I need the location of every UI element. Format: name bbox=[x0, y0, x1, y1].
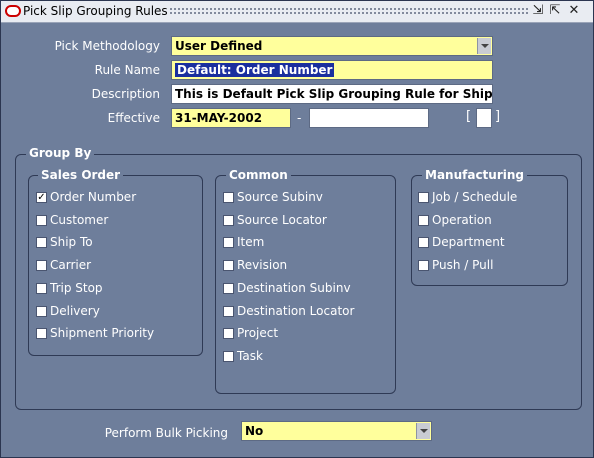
checkbox-box[interactable] bbox=[223, 237, 234, 249]
checkbox-label: Customer bbox=[50, 212, 109, 227]
checkbox-box[interactable] bbox=[223, 192, 234, 203]
title-bar[interactable]: Pick Slip Grouping Rules ⇲ ⇱ ✕ bbox=[1, 1, 593, 23]
checkbox-box[interactable] bbox=[36, 328, 47, 340]
rule-name-input[interactable]: Default: Order Number bbox=[171, 60, 493, 80]
window-title: Pick Slip Grouping Rules bbox=[23, 4, 168, 18]
perform-bulk-picking-label: Perform Bulk Picking bbox=[104, 426, 228, 440]
pick-methodology-value: User Defined bbox=[175, 39, 263, 53]
maximize-icon[interactable]: ⇱ bbox=[548, 4, 562, 18]
checkbox-box[interactable] bbox=[36, 237, 47, 249]
dff-input[interactable] bbox=[476, 108, 492, 128]
checkbox-label: Revision bbox=[237, 258, 288, 273]
group-by-title: Group By bbox=[26, 146, 95, 160]
checkbox-box[interactable] bbox=[223, 328, 234, 340]
rule-name-label: Rule Name bbox=[94, 63, 160, 77]
checkbox-label: Operation bbox=[432, 212, 492, 227]
checkbox-label: Department bbox=[432, 235, 505, 250]
checkbox-box[interactable] bbox=[418, 237, 429, 249]
pick-methodology-select[interactable]: User Defined bbox=[171, 36, 493, 56]
checkbox-box[interactable] bbox=[36, 260, 47, 272]
close-icon[interactable]: ✕ bbox=[567, 4, 581, 18]
description-label: Description bbox=[91, 87, 160, 101]
checkbox-label: Ship To bbox=[50, 235, 93, 250]
checkbox-label: Trip Stop bbox=[50, 280, 103, 295]
checkbox-box[interactable] bbox=[223, 350, 234, 362]
chevron-down-icon[interactable] bbox=[416, 423, 430, 439]
checkbox-box[interactable] bbox=[36, 282, 47, 294]
checkbox-box[interactable] bbox=[36, 214, 47, 226]
effective-separator: - bbox=[297, 111, 302, 125]
checkbox-label: Project bbox=[237, 326, 279, 341]
minimize-icon[interactable]: ⇲ bbox=[531, 4, 545, 18]
common-title: Common bbox=[226, 168, 291, 182]
checkbox-box[interactable] bbox=[223, 305, 234, 317]
checkbox-label: Task bbox=[237, 348, 263, 363]
checkbox-label: Push / Pull bbox=[432, 258, 494, 273]
effective-from-input[interactable]: 31-MAY-2002 bbox=[171, 108, 291, 128]
checkbox-box[interactable] bbox=[223, 214, 234, 226]
dff-open-bracket: [ bbox=[466, 109, 472, 124]
checkbox-box[interactable] bbox=[418, 192, 429, 203]
pick-methodology-label: Pick Methodology bbox=[54, 39, 160, 53]
dff-close-bracket: ] bbox=[495, 109, 501, 124]
chevron-down-icon[interactable] bbox=[477, 38, 491, 54]
checkbox-label: Source Locator bbox=[237, 212, 327, 227]
checkbox-box[interactable]: ✓ bbox=[36, 192, 47, 203]
effective-label: Effective bbox=[107, 111, 160, 125]
checkbox-label: Item bbox=[237, 235, 265, 250]
checkbox-label: Destination Locator bbox=[237, 303, 355, 318]
pick-slip-grouping-rules-window: Pick Slip Grouping Rules ⇲ ⇱ ✕ Pick Meth… bbox=[0, 0, 594, 458]
checkbox-label: Destination Subinv bbox=[237, 280, 351, 295]
rule-name-value: Default: Order Number bbox=[175, 63, 335, 77]
manufacturing-title: Manufacturing bbox=[422, 168, 527, 182]
perform-bulk-picking-select[interactable]: No bbox=[241, 421, 432, 441]
checkbox-box[interactable] bbox=[418, 214, 429, 226]
description-value: This is Default Pick Slip Grouping Rule … bbox=[175, 87, 493, 101]
checkbox-label: Job / Schedule bbox=[432, 190, 518, 204]
description-input[interactable]: This is Default Pick Slip Grouping Rule … bbox=[171, 84, 493, 104]
checkbox-label: Shipment Priority bbox=[50, 326, 155, 341]
oracle-logo-icon bbox=[5, 5, 21, 17]
checkbox-box[interactable] bbox=[36, 305, 47, 317]
checkbox-box[interactable] bbox=[223, 260, 234, 272]
checkbox-label: Delivery bbox=[50, 303, 100, 318]
effective-from-value: 31-MAY-2002 bbox=[175, 111, 263, 125]
perform-bulk-picking-value: No bbox=[245, 424, 264, 438]
sales-order-title: Sales Order bbox=[38, 168, 124, 182]
checkbox-label: Carrier bbox=[50, 258, 92, 273]
checkbox-box[interactable] bbox=[418, 260, 429, 272]
title-grip bbox=[169, 7, 529, 16]
checkbox-box[interactable] bbox=[223, 282, 234, 294]
effective-to-input[interactable] bbox=[309, 108, 429, 128]
checkbox-label: Order Number bbox=[50, 190, 137, 204]
checkbox-label: Source Subinv bbox=[237, 190, 323, 204]
